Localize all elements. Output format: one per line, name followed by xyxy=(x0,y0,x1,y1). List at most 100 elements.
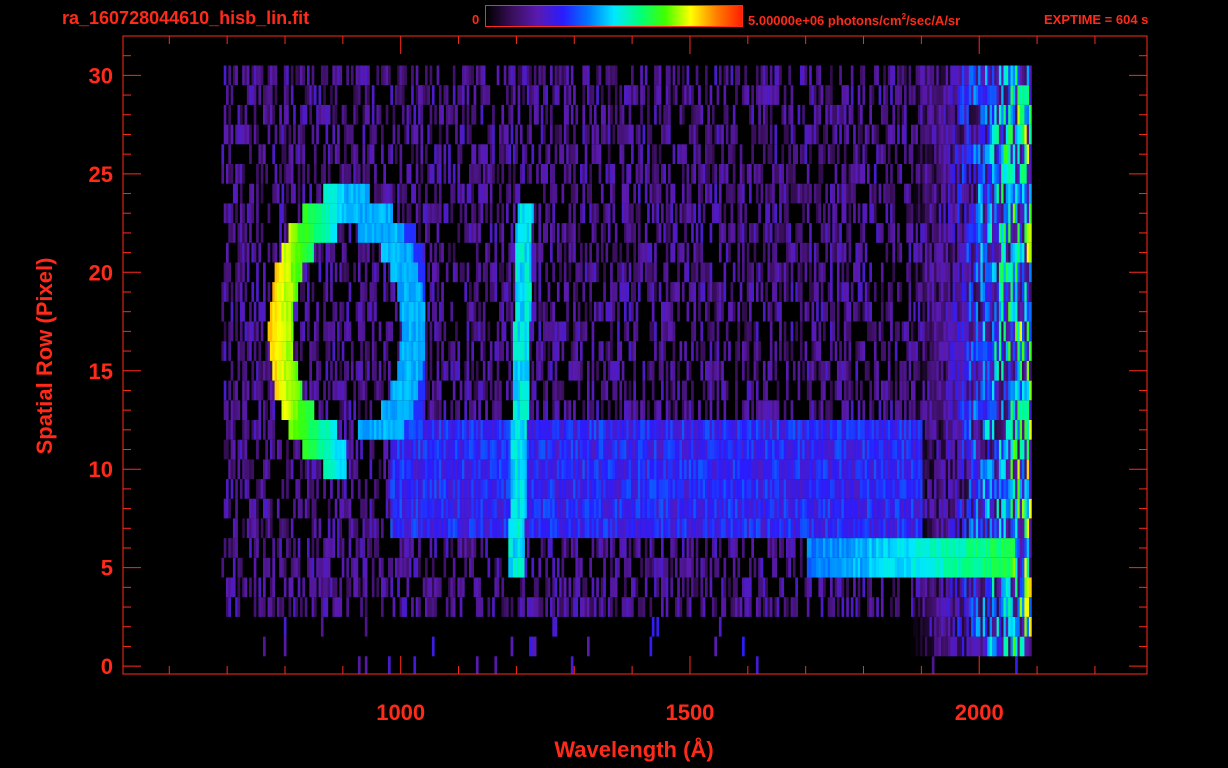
heatmap-cell xyxy=(920,577,923,598)
heatmap-cell xyxy=(1003,301,1007,322)
heatmap-cell xyxy=(765,518,768,539)
heatmap-cell xyxy=(737,498,741,519)
heatmap-cell xyxy=(230,360,234,381)
heatmap-cell xyxy=(1019,597,1023,617)
heatmap-cell xyxy=(945,538,949,558)
heatmap-cell xyxy=(830,301,833,322)
heatmap-cell xyxy=(695,439,699,460)
heatmap-cell xyxy=(906,518,909,539)
heatmap-cell xyxy=(749,321,752,342)
heatmap-cell xyxy=(469,459,472,480)
heatmap-cell xyxy=(681,498,685,519)
heatmap-cell xyxy=(360,282,363,302)
heatmap-cell xyxy=(344,459,347,480)
heatmap-cell xyxy=(966,420,970,440)
heatmap-cell xyxy=(915,262,919,283)
heatmap-cell xyxy=(246,420,250,440)
heatmap-cell xyxy=(846,557,849,578)
heatmap-cell xyxy=(279,380,282,401)
heatmap-cell xyxy=(989,616,993,637)
heatmap-cell xyxy=(871,498,875,519)
heatmap-cell xyxy=(580,262,583,283)
heatmap-cell xyxy=(519,223,523,243)
heatmap-cell xyxy=(464,557,467,578)
heatmap-cell xyxy=(700,597,704,617)
heatmap-cell xyxy=(985,400,988,420)
heatmap-cell xyxy=(290,282,294,302)
heatmap-cell xyxy=(749,557,752,578)
heatmap-cell xyxy=(950,321,953,342)
heatmap-cell xyxy=(686,498,690,519)
heatmap-cell xyxy=(242,360,245,381)
heatmap-cell xyxy=(864,360,868,381)
heatmap-cell xyxy=(823,577,826,598)
heatmap-cell xyxy=(746,262,750,283)
heatmap-cell xyxy=(1026,360,1030,381)
heatmap-cell xyxy=(457,518,461,539)
heatmap-cell xyxy=(996,636,1000,657)
heatmap-cell xyxy=(272,301,275,322)
heatmap-cell xyxy=(283,223,287,243)
heatmap-cell xyxy=(688,538,692,558)
heatmap-cell xyxy=(589,282,592,302)
heatmap-cell xyxy=(996,518,1000,539)
heatmap-cell xyxy=(392,242,396,263)
heatmap-cell xyxy=(443,538,447,558)
heatmap-cell xyxy=(961,616,965,637)
heatmap-cell xyxy=(253,321,257,342)
heatmap-cell xyxy=(274,321,278,342)
heatmap-cell xyxy=(464,282,467,302)
heatmap-cell xyxy=(482,420,486,440)
heatmap-cell xyxy=(936,282,940,302)
heatmap-cell xyxy=(839,518,842,539)
heatmap-cell xyxy=(744,498,747,519)
heatmap-cell xyxy=(283,301,287,322)
heatmap-cell xyxy=(904,439,907,460)
heatmap-cell xyxy=(950,380,953,401)
heatmap-cell xyxy=(938,597,942,617)
heatmap-cell xyxy=(293,223,296,243)
heatmap-cell xyxy=(531,360,535,381)
heatmap-cell xyxy=(256,360,259,381)
heatmap-cell xyxy=(286,400,289,420)
heatmap-cell xyxy=(908,518,912,539)
heatmap-cell xyxy=(369,420,373,440)
heatmap-cell xyxy=(1017,518,1021,539)
heatmap-cell xyxy=(556,557,560,578)
heatmap-cell xyxy=(406,301,410,322)
heatmap-cell xyxy=(973,518,977,539)
heatmap-cell xyxy=(607,498,611,519)
heatmap-cell xyxy=(929,597,933,617)
heatmap-cell xyxy=(244,360,248,381)
heatmap-cell xyxy=(251,518,255,539)
heatmap-cell xyxy=(323,479,326,499)
heatmap-cell xyxy=(522,321,525,342)
heatmap-cell xyxy=(941,420,944,440)
heatmap-cell xyxy=(517,518,521,539)
heatmap-cell xyxy=(452,262,456,283)
heatmap-cell xyxy=(466,479,470,499)
heatmap-cell xyxy=(950,262,953,283)
heatmap-cell xyxy=(862,557,866,578)
heatmap-cell xyxy=(1022,282,1025,302)
heatmap-cell xyxy=(499,223,502,243)
heatmap-cell xyxy=(332,538,336,558)
heatmap-cell xyxy=(992,597,995,617)
heatmap-cell xyxy=(418,498,421,519)
heatmap-cell xyxy=(499,518,502,539)
heatmap-cell xyxy=(839,420,842,440)
heatmap-cell xyxy=(272,557,275,578)
heatmap-cell xyxy=(818,577,822,598)
heatmap-cell xyxy=(994,282,997,302)
heatmap-cell xyxy=(917,538,921,558)
heatmap-cell xyxy=(311,459,315,480)
heatmap-cell xyxy=(566,479,569,499)
heatmap-cell xyxy=(263,400,266,420)
heatmap-cell xyxy=(475,577,479,598)
heatmap-cell xyxy=(765,380,768,401)
heatmap-cell xyxy=(948,242,951,263)
heatmap-cell xyxy=(816,498,819,519)
heatmap-cell xyxy=(860,282,863,302)
heatmap-cell xyxy=(295,262,299,283)
heatmap-cell xyxy=(582,282,586,302)
